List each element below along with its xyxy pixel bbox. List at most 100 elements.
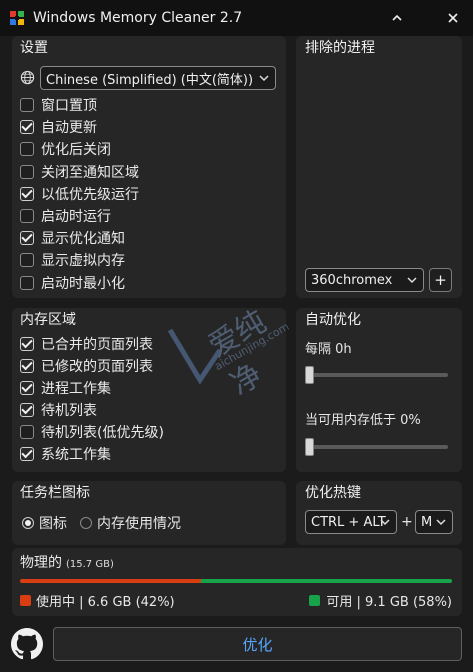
memory-area-option-label: 已合并的页面列表 <box>41 337 153 353</box>
settings-option-0[interactable]: 窗口置顶 <box>20 94 97 116</box>
memory-used-legend: 使用中 | 6.6 GB (42%) <box>20 591 175 610</box>
radio-icon <box>22 517 34 529</box>
chevron-down-icon <box>380 519 390 526</box>
window-title: Windows Memory Cleaner 2.7 <box>33 10 243 26</box>
memory-area-option-label: 待机列表(低优先级) <box>41 425 164 441</box>
close-icon <box>448 13 458 23</box>
memory-used-label: 使用中 | 6.6 GB (42%) <box>36 595 175 610</box>
add-process-button[interactable]: + <box>429 268 452 292</box>
settings-option-label: 启动时运行 <box>41 209 111 225</box>
tray-option-memory-label: 内存使用情况 <box>97 516 181 532</box>
chevron-up-icon <box>392 14 402 21</box>
memory-usage-bar <box>20 579 452 583</box>
interval-slider-thumb[interactable] <box>305 366 314 384</box>
threshold-label: 当可用内存低于 0% <box>305 413 421 428</box>
settings-option-label: 优化后关闭 <box>41 142 111 159</box>
settings-option-4[interactable]: 以低优先级运行 <box>20 183 139 205</box>
collapse-button[interactable] <box>387 8 407 28</box>
auto-optimize-title: 自动优化 <box>305 312 361 328</box>
physical-memory-header: 物理的 (15.7 GB) <box>20 552 114 572</box>
checkbox-checked-icon[interactable] <box>20 359 34 373</box>
settings-option-1[interactable]: 自动更新 <box>20 116 97 138</box>
memory-area-option-label: 系统工作集 <box>41 447 111 463</box>
memory-area-option-0[interactable]: 已合并的页面列表 <box>20 333 153 355</box>
checkbox-checked-icon[interactable] <box>20 120 34 135</box>
checkbox-checked-icon[interactable] <box>20 186 34 201</box>
tray-option-icon-label: 图标 <box>39 516 67 532</box>
memory-area-option-1[interactable]: 已修改的页面列表 <box>20 355 153 377</box>
settings-option-6[interactable]: 显示优化通知 <box>20 227 125 249</box>
hotkey-modifier-select[interactable]: CTRL + ALT <box>305 510 397 534</box>
free-swatch <box>309 595 321 606</box>
memory-area-option-5[interactable]: 系统工作集 <box>20 443 111 465</box>
settings-option-label: 自动更新 <box>41 120 97 137</box>
settings-option-label: 以低优先级运行 <box>41 186 139 203</box>
memory-area-option-2[interactable]: 进程工作集 <box>20 377 111 399</box>
settings-option-5[interactable]: 启动时运行 <box>20 205 111 227</box>
interval-slider[interactable] <box>308 373 448 377</box>
checkbox-checked-icon[interactable] <box>20 381 34 395</box>
memory-free-label: 可用 | 9.1 GB (58%) <box>326 595 452 610</box>
memory-area-option-4[interactable]: 待机列表(低优先级) <box>20 421 164 443</box>
physical-memory-title: 物理的 <box>20 555 62 571</box>
chevron-down-icon <box>259 75 269 82</box>
settings-option-8[interactable]: 启动时最小化 <box>20 272 125 294</box>
interval-label: 每隔 0h <box>305 342 352 357</box>
checkbox-icon[interactable] <box>20 164 34 179</box>
globe-icon <box>20 70 35 85</box>
memory-area-option-label: 进程工作集 <box>41 381 111 397</box>
settings-title: 设置 <box>20 40 48 56</box>
optimize-button[interactable]: 优化 <box>53 627 462 661</box>
process-select-value: 360chromex <box>311 272 393 288</box>
hotkey-key-select[interactable]: M <box>415 510 453 534</box>
checkbox-icon[interactable] <box>20 275 34 290</box>
memory-area-option-label: 待机列表 <box>41 403 97 419</box>
checkbox-checked-icon[interactable] <box>20 403 34 417</box>
settings-option-3[interactable]: 关闭至通知区域 <box>20 161 139 183</box>
memory-area-option-3[interactable]: 待机列表 <box>20 399 97 421</box>
hotkey-key-value: M <box>421 514 433 530</box>
radio-icon <box>80 517 92 529</box>
settings-option-label: 启动时最小化 <box>41 275 125 292</box>
checkbox-icon[interactable] <box>20 253 34 268</box>
tray-option-icon[interactable]: 图标 <box>22 513 67 533</box>
language-select-value: Chinese (Simplified) (中文(简体)) <box>46 72 254 88</box>
excluded-title: 排除的进程 <box>305 40 375 56</box>
language-select[interactable]: Chinese (Simplified) (中文(简体)) <box>40 66 276 90</box>
physical-memory-total: (15.7 GB) <box>66 559 114 570</box>
settings-option-7[interactable]: 显示虚拟内存 <box>20 249 125 271</box>
checkbox-checked-icon[interactable] <box>20 337 34 351</box>
memory-used-fill <box>20 579 202 583</box>
excluded-panel <box>296 36 462 298</box>
tray-option-memory[interactable]: 内存使用情况 <box>80 513 181 533</box>
checkbox-icon[interactable] <box>20 209 34 223</box>
checkbox-icon[interactable] <box>20 425 34 439</box>
checkbox-checked-icon[interactable] <box>20 447 34 461</box>
hotkey-modifier-value: CTRL + ALT <box>311 514 386 530</box>
github-icon[interactable] <box>11 628 43 660</box>
used-swatch <box>20 595 31 606</box>
app-logo-icon <box>10 11 24 25</box>
settings-option-label: 显示虚拟内存 <box>41 253 125 270</box>
chevron-down-icon <box>436 519 446 526</box>
settings-option-label: 关闭至通知区域 <box>41 164 139 181</box>
threshold-slider[interactable] <box>308 445 448 449</box>
settings-option-label: 窗口置顶 <box>41 98 97 114</box>
chevron-down-icon <box>407 277 417 284</box>
checkbox-icon[interactable] <box>20 142 34 157</box>
memory-free-fill <box>201 579 452 583</box>
hotkey-title: 优化热键 <box>305 485 361 501</box>
checkbox-checked-icon[interactable] <box>20 231 34 246</box>
threshold-slider-thumb[interactable] <box>305 438 314 456</box>
hotkey-plus: + <box>401 514 413 530</box>
close-button[interactable] <box>443 8 463 28</box>
settings-option-label: 显示优化通知 <box>41 231 125 248</box>
title-bar: Windows Memory Cleaner 2.7 <box>0 0 473 36</box>
checkbox-icon[interactable] <box>20 98 34 112</box>
memory-free-legend: 可用 | 9.1 GB (58%) <box>309 591 452 610</box>
settings-option-2[interactable]: 优化后关闭 <box>20 138 111 160</box>
memory-areas-title: 内存区域 <box>20 312 76 328</box>
memory-area-option-label: 已修改的页面列表 <box>41 359 153 375</box>
tray-icon-title: 任务栏图标 <box>20 485 90 501</box>
process-select[interactable]: 360chromex <box>305 268 424 292</box>
